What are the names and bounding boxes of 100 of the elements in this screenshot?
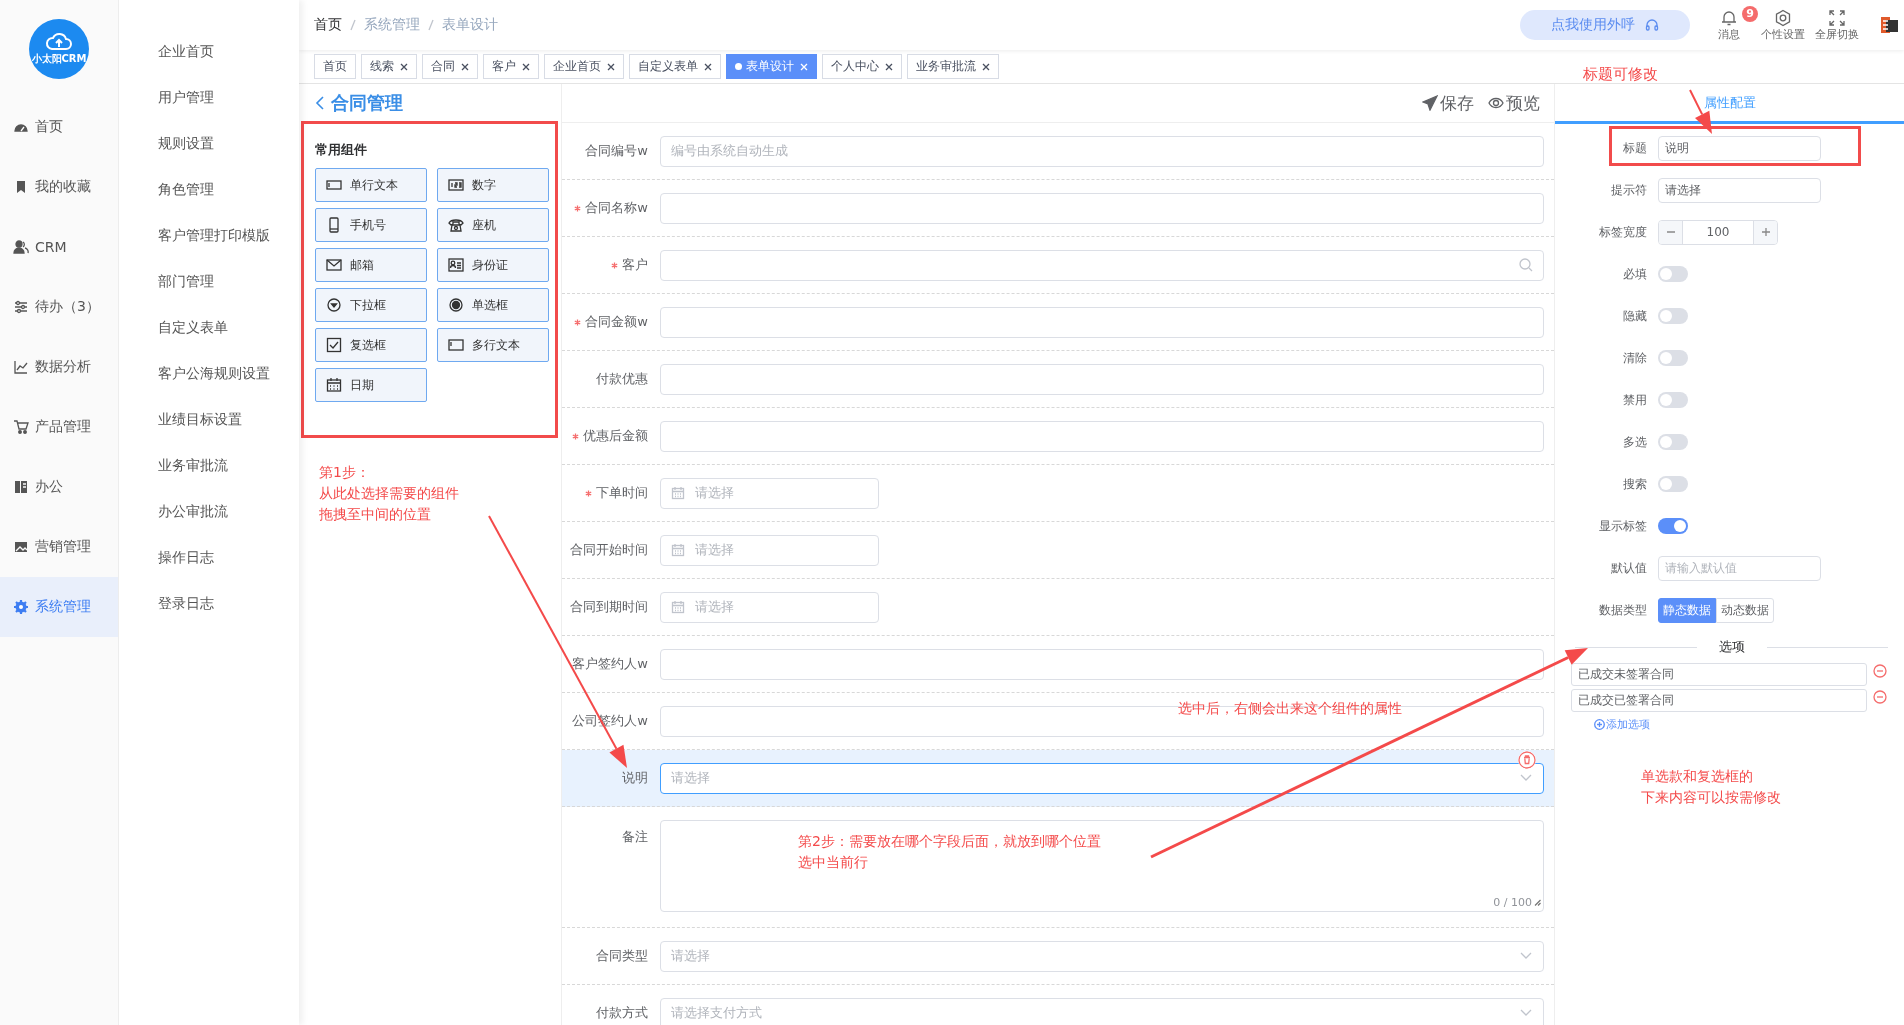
- preview-button[interactable]: 预览: [1488, 91, 1540, 115]
- tab[interactable]: 首页: [314, 54, 356, 79]
- header-action[interactable]: 消息: [1718, 8, 1740, 42]
- component-button[interactable]: 手机号: [315, 208, 427, 242]
- toggle-switch[interactable]: [1658, 518, 1688, 534]
- tab[interactable]: 客户: [483, 54, 539, 79]
- action-label: 个性设置: [1761, 26, 1805, 42]
- component-button[interactable]: 复选框: [315, 328, 427, 362]
- back-icon[interactable]: [315, 94, 325, 111]
- component-button[interactable]: 邮箱: [315, 248, 427, 282]
- component-button[interactable]: 座机: [437, 208, 549, 242]
- nav-item[interactable]: 待办（3）: [0, 277, 118, 337]
- close-icon[interactable]: [522, 62, 530, 71]
- nav-item[interactable]: 营销管理: [0, 517, 118, 577]
- component-button[interactable]: 数字: [437, 168, 549, 202]
- remove-icon[interactable]: [1873, 689, 1887, 704]
- toggle-switch[interactable]: [1658, 392, 1688, 408]
- close-icon[interactable]: [400, 62, 408, 71]
- submenu-item[interactable]: 业绩目标设置: [119, 396, 299, 442]
- component-button[interactable]: 日期: [315, 368, 427, 402]
- segment-button[interactable]: 动态数据: [1716, 597, 1774, 623]
- input-field[interactable]: 已成交已签署合同: [1571, 689, 1867, 712]
- field-label: 付款优惠: [596, 370, 648, 388]
- submenu-item[interactable]: 办公审批流: [119, 488, 299, 534]
- submenu-item[interactable]: 操作日志: [119, 534, 299, 580]
- remove-icon[interactable]: [1873, 663, 1887, 678]
- submenu-item[interactable]: 业务审批流: [119, 442, 299, 488]
- property-label: 多选: [1622, 433, 1648, 451]
- tab[interactable]: 合同: [422, 54, 478, 79]
- submenu-item[interactable]: 规则设置: [119, 120, 299, 166]
- input-field[interactable]: [660, 192, 1544, 224]
- input-field[interactable]: 说明: [1658, 135, 1821, 161]
- toggle-switch[interactable]: [1658, 434, 1688, 450]
- nav-item[interactable]: 首页: [0, 97, 118, 157]
- nav-item[interactable]: CRM: [0, 217, 118, 277]
- nav-item[interactable]: 我的收藏: [0, 157, 118, 217]
- gear-icon: [13, 599, 29, 615]
- page-title: 合同管理: [331, 90, 403, 115]
- submenu-item[interactable]: 用户管理: [119, 74, 299, 120]
- tab[interactable]: 自定义表单: [629, 54, 721, 79]
- header-action[interactable]: 个性设置: [1761, 8, 1805, 42]
- input-field[interactable]: 已成交未签署合同: [1571, 663, 1867, 686]
- component-button[interactable]: 单行文本: [315, 168, 427, 202]
- book-icon: [13, 479, 29, 495]
- breadcrumb-link[interactable]: 首页: [314, 16, 342, 34]
- close-icon[interactable]: [607, 62, 615, 71]
- tab[interactable]: 企业首页: [544, 54, 624, 79]
- input-field[interactable]: [660, 363, 1544, 395]
- toggle-switch[interactable]: [1658, 308, 1688, 324]
- radio-icon: [448, 297, 464, 313]
- dropdown-icon: [326, 297, 342, 313]
- submenu-item[interactable]: 自定义表单: [119, 304, 299, 350]
- close-icon[interactable]: [885, 62, 893, 71]
- toggle-switch[interactable]: [1658, 350, 1688, 366]
- submenu-item[interactable]: 客户公海规则设置: [119, 350, 299, 396]
- checkbox-icon: [326, 337, 342, 353]
- nav-item[interactable]: 办公: [0, 457, 118, 517]
- component-button[interactable]: 下拉框: [315, 288, 427, 322]
- header-action[interactable]: 全屏切换: [1815, 8, 1859, 42]
- component-button[interactable]: 单选框: [437, 288, 549, 322]
- input-field[interactable]: 请选择: [1658, 177, 1821, 203]
- field-label: 合同金额w: [585, 313, 648, 331]
- active-dot-icon: [735, 63, 742, 70]
- nav-item[interactable]: 数据分析: [0, 337, 118, 397]
- component-button[interactable]: 身份证: [437, 248, 549, 282]
- input-field[interactable]: [660, 648, 1544, 680]
- delete-icon[interactable]: [1518, 751, 1536, 769]
- search-field[interactable]: [660, 249, 1544, 281]
- submenu-item[interactable]: 部门管理: [119, 258, 299, 304]
- submenu-item[interactable]: 客户管理打印模版: [119, 212, 299, 258]
- action-label: 全屏切换: [1815, 26, 1859, 42]
- toggle-switch[interactable]: [1658, 476, 1688, 492]
- field-label: 说明: [622, 769, 648, 787]
- close-icon[interactable]: [704, 62, 712, 71]
- envelope-icon: [326, 257, 342, 273]
- selected-form-row[interactable]: 说明 请选择: [562, 750, 1554, 807]
- field-label: 备注: [622, 828, 648, 846]
- toggle-switch[interactable]: [1658, 266, 1688, 282]
- calendar-icon: [326, 377, 342, 393]
- field-label: 客户签约人w: [572, 655, 648, 673]
- headset-icon: [1645, 18, 1659, 32]
- input-field[interactable]: [660, 420, 1544, 452]
- save-button[interactable]: 保存: [1422, 91, 1474, 115]
- tab[interactable]: 业务审批流: [907, 54, 999, 79]
- close-icon[interactable]: [982, 62, 990, 71]
- field-label: 合同开始时间: [570, 541, 648, 559]
- close-icon[interactable]: [461, 62, 469, 71]
- submenu-item[interactable]: 角色管理: [119, 166, 299, 212]
- number-icon: [448, 177, 464, 193]
- submenu-item[interactable]: 企业首页: [119, 28, 299, 74]
- tab[interactable]: 个人中心: [822, 54, 902, 79]
- submenu-item[interactable]: 登录日志: [119, 580, 299, 626]
- tab[interactable]: 线索: [361, 54, 417, 79]
- calendar-icon: [671, 600, 685, 614]
- input-field[interactable]: [660, 306, 1544, 338]
- nav-item[interactable]: 产品管理: [0, 397, 118, 457]
- cloud-icon: [45, 32, 73, 52]
- nav-item[interactable]: 系统管理: [0, 577, 118, 637]
- component-button[interactable]: 多行文本: [437, 328, 549, 362]
- users-icon: [13, 239, 29, 255]
